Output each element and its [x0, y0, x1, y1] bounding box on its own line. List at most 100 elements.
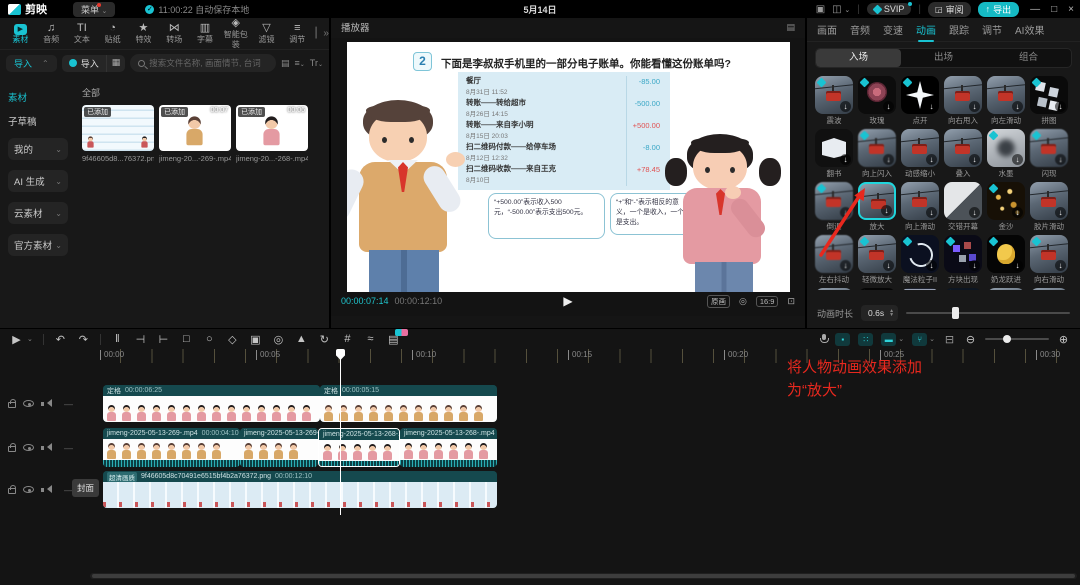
split-icon[interactable]: ‖ [111, 333, 124, 345]
sidebar-item-ai-generated[interactable]: AI 生成⌄ [8, 170, 68, 192]
panel-tab-animation[interactable]: 动画 [916, 18, 936, 41]
freeze-frame-icon[interactable]: ◇ [226, 333, 239, 346]
snap-toggle[interactable]: ▪ [835, 333, 850, 346]
view-toggle-icon[interactable]: ▤ [281, 58, 290, 69]
subtab-combo[interactable]: 组合 [986, 49, 1071, 67]
preview-axis-toggle-caret[interactable]: ⌄ [898, 335, 904, 343]
timeline-clip[interactable]: jimeng-2025-05-13-269-.mp [240, 428, 318, 467]
focus-icon[interactable]: ◎ [739, 296, 747, 307]
screen-mirror-icon[interactable]: ▣ [816, 4, 825, 15]
timeline-clip[interactable]: 定格00:00:06:25 [103, 385, 320, 422]
cover-button[interactable]: 封面 [72, 479, 99, 497]
track-collapse-icon[interactable]: — [64, 399, 73, 409]
anim-item-22[interactable]: ↓方块出现 [944, 235, 982, 284]
crop-icon[interactable]: # [341, 333, 354, 345]
anim-item-21[interactable]: ↓魔法粒子II [901, 235, 939, 284]
anim-item-1[interactable]: ↓震波 [815, 76, 853, 125]
preview-axis-toggle[interactable]: ▬ [881, 333, 896, 346]
anim-item-24[interactable]: ↓向右滑动 [1030, 235, 1068, 284]
linkage-toggle[interactable]: ∷ [858, 333, 873, 346]
anim-item-10[interactable]: ↓叠入 [944, 129, 982, 178]
anim-item-6[interactable]: ↓拼图 [1030, 76, 1068, 125]
zoom-out-icon[interactable]: ⊖ [964, 333, 977, 346]
microphone-icon[interactable] [820, 334, 827, 344]
timecode-icon[interactable]: ⊟ [943, 333, 956, 346]
timeline-clip[interactable]: jimeng-2025-05-13-268-.mp400: [400, 428, 497, 467]
anim-item-15[interactable]: ↓向上滑动 [901, 182, 939, 231]
text-filter-icon[interactable]: Tr⌄ [310, 58, 323, 68]
timeline-clip[interactable]: jimeng-2025-05-13-269-.mp400:00:04:10 [103, 428, 240, 467]
select-tool-caret[interactable]: ⌄ [27, 335, 33, 343]
player-layout-icon[interactable]: ▤ [786, 22, 795, 33]
sort-icon[interactable]: ≡⌄ [295, 58, 305, 68]
eye-icon[interactable] [23, 444, 34, 451]
media-tab-sticker[interactable]: ◔贴纸 [98, 22, 127, 45]
minimize-button[interactable]: — [1030, 4, 1040, 15]
timeline-clip[interactable]: jimeng-2025-05-13-268-.mp [318, 428, 400, 467]
eye-icon[interactable] [23, 400, 34, 407]
media-tab-effect[interactable]: ★特效 [129, 22, 158, 45]
maximize-button[interactable]: □ [1051, 4, 1057, 15]
sidebar-item-cloud-assets[interactable]: 云素材⌄ [8, 202, 68, 224]
subtab-in[interactable]: 入场 [816, 49, 901, 67]
anim-item-20[interactable]: ↓轻微放大 [858, 235, 896, 284]
panel-tab-tracking[interactable]: 跟踪 [949, 18, 969, 41]
panel-tab-ai-effects[interactable]: AI效果 [1015, 18, 1044, 41]
lock-icon[interactable] [8, 402, 16, 408]
mirror-icon[interactable]: ▲ [295, 333, 308, 345]
anim-item-12[interactable]: ↓闪现 [1030, 129, 1068, 178]
svip-button[interactable]: SVIP [867, 3, 912, 15]
anim-item-9[interactable]: ↓动感缩小 [901, 129, 939, 178]
anim-item-29[interactable]: ↓ [987, 288, 1025, 290]
anim-item-11[interactable]: ↓水墨 [987, 129, 1025, 178]
review-button[interactable]: ◲ 审阅 [928, 2, 971, 17]
anim-item-18[interactable]: ↓胶片滑动 [1030, 182, 1068, 231]
media-tab-filter[interactable]: ▽滤镜 [252, 22, 281, 45]
anim-item-13[interactable]: ↓倒退 [815, 182, 853, 231]
layout-icon[interactable]: ◫ ⌄ [832, 4, 850, 15]
media-tab-text[interactable]: TI文本 [68, 22, 97, 45]
zoom-in-icon[interactable]: ⊕ [1057, 333, 1070, 346]
delete-icon[interactable]: □ [180, 333, 193, 345]
timeline-zoom-slider[interactable] [985, 338, 1049, 340]
sidebar-item-mine[interactable]: 我的⌄ [8, 138, 68, 160]
duration-slider[interactable] [906, 312, 1070, 314]
trim-right-icon[interactable]: ⊢ [157, 333, 170, 346]
anim-item-28[interactable]: ↓ [944, 288, 982, 290]
anim-item-26[interactable]: ↓ [858, 288, 896, 290]
panel-tab-speed[interactable]: 变速 [883, 18, 903, 41]
anim-item-7[interactable]: ↓翻书 [815, 129, 853, 178]
anim-item-8[interactable]: ↓向上闪入 [858, 129, 896, 178]
anim-item-17[interactable]: ↓金沙 [987, 182, 1025, 231]
anim-item-4[interactable]: ↓向右甩入 [944, 76, 982, 125]
anim-item-16[interactable]: ↓交错开幕 [944, 182, 982, 231]
media-tab-smart-pack[interactable]: ◈智能包装 [221, 17, 250, 49]
anim-item-5[interactable]: ↓向左滑动 [987, 76, 1025, 125]
fullscreen-icon[interactable]: ⊡ [787, 296, 795, 307]
anim-item-2[interactable]: ↓玫瑰 [858, 76, 896, 125]
timeline-ruler[interactable]: 00:0000:0500:1000:1500:2000:2500:30 [90, 349, 1080, 363]
mask-icon[interactable]: ○ [203, 333, 216, 345]
media-tab-audio[interactable]: ♫音频 [37, 22, 66, 45]
media-tab-caption[interactable]: ▥字幕 [191, 22, 220, 45]
stepper-arrows[interactable]: ▲▼ [889, 309, 894, 317]
track-collapse-icon[interactable]: — [64, 443, 73, 453]
material-library-button[interactable]: ▦ [106, 55, 126, 72]
player-stage[interactable]: 2 下面是李叔叔手机里的一部分电子账单。你能看懂这份账单吗? 餐厅8月31日 1… [331, 38, 805, 316]
anim-item-23[interactable]: ↓奶龙跃进 [987, 235, 1025, 284]
timeline-clip[interactable]: 定格00:00:05:15 [320, 385, 497, 422]
anim-item-19[interactable]: ↓左右抖动 [815, 235, 853, 284]
lock-icon[interactable] [8, 488, 16, 494]
ratio-button[interactable]: 16:9 [756, 296, 779, 307]
anim-item-30[interactable]: ↓ [1030, 288, 1068, 290]
mute-icon[interactable] [41, 399, 51, 408]
rotate-icon[interactable]: ↻ [318, 333, 331, 346]
horizontal-scrollbar[interactable] [90, 573, 1077, 579]
media-card[interactable]: 已添加9f46605d8...76372.png [82, 105, 154, 163]
main-track-magnet-toggle[interactable]: ⑂ [912, 333, 927, 346]
quality-button[interactable]: 原画 [707, 295, 730, 308]
import-button[interactable]: 导入 [62, 55, 106, 72]
match-cut-icon[interactable]: ≈ [364, 333, 377, 345]
mute-icon[interactable] [41, 485, 51, 494]
panel-tab-audio[interactable]: 音频 [850, 18, 870, 41]
